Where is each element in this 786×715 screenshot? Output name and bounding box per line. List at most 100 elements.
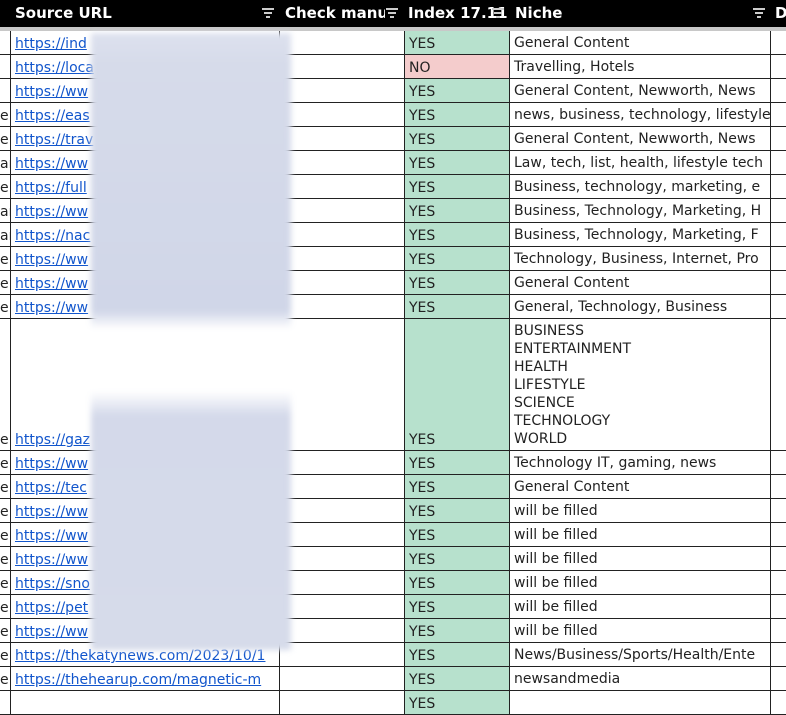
cell-prev[interactable]: e (0, 595, 11, 618)
cell-index-status[interactable]: NO (404, 55, 510, 78)
source-url-link[interactable]: https://pet (15, 600, 88, 616)
source-url-link[interactable]: https://eas (15, 108, 90, 124)
cell-index-status[interactable]: YES (404, 595, 510, 618)
cell-check-manual[interactable] (280, 643, 404, 666)
cell-check-manual[interactable] (280, 295, 404, 318)
cell-index-status[interactable]: YES (404, 319, 510, 450)
cell-prev[interactable]: e (0, 103, 11, 126)
cell-next[interactable] (771, 271, 786, 294)
filter-icon[interactable] (0, 0, 11, 27)
cell-niche[interactable]: General Content, Newworth, News (510, 127, 771, 150)
cell-next[interactable] (771, 523, 786, 546)
cell-check-manual[interactable] (280, 475, 404, 498)
cell-prev[interactable]: e (0, 295, 11, 318)
cell-niche[interactable]: Technology, Business, Internet, Pro (510, 247, 771, 270)
cell-index-status[interactable]: YES (404, 619, 510, 642)
cell-check-manual[interactable] (280, 499, 404, 522)
cell-index-status[interactable]: YES (404, 571, 510, 594)
cell-prev[interactable]: e (0, 571, 11, 594)
cell-index-status[interactable]: YES (404, 175, 510, 198)
cell-next[interactable] (771, 199, 786, 222)
cell-index-status[interactable]: YES (404, 643, 510, 666)
cell-prev[interactable]: e (0, 319, 11, 450)
cell-prev[interactable]: e (0, 499, 11, 522)
cell-prev[interactable]: e (0, 619, 11, 642)
cell-check-manual[interactable] (280, 247, 404, 270)
source-url-link[interactable]: https://ind (15, 36, 87, 52)
source-url-link[interactable]: https://ww (15, 552, 88, 568)
cell-index-status[interactable]: YES (404, 295, 510, 318)
cell-index-status[interactable]: YES (404, 199, 510, 222)
header-niche[interactable]: Niche (515, 0, 562, 27)
filter-icon[interactable] (492, 8, 504, 18)
source-url-link[interactable]: https://thekatynews.com/2023/10/1 (15, 648, 265, 664)
cell-check-manual[interactable] (280, 151, 404, 174)
cell-next[interactable] (771, 175, 786, 198)
cell-check-manual[interactable] (280, 31, 404, 54)
cell-next[interactable] (771, 667, 786, 690)
source-url-link[interactable]: https://tec (15, 480, 87, 496)
cell-source-url[interactable] (11, 691, 280, 714)
cell-check-manual[interactable] (280, 571, 404, 594)
cell-next[interactable] (771, 31, 786, 54)
source-url-link[interactable]: https://ww (15, 504, 88, 520)
cell-source-url[interactable]: https://thehearup.com/magnetic-m (11, 667, 280, 690)
cell-check-manual[interactable] (280, 619, 404, 642)
cell-niche[interactable]: General, Technology, Business (510, 295, 771, 318)
cell-index-status[interactable]: YES (404, 31, 510, 54)
cell-next[interactable] (771, 475, 786, 498)
cell-check-manual[interactable] (280, 667, 404, 690)
cell-check-manual[interactable] (280, 691, 404, 714)
source-url-link[interactable]: https://thehearup.com/magnetic-m (15, 672, 261, 688)
source-url-link[interactable]: https://ww (15, 84, 88, 100)
cell-niche[interactable]: will be filled (510, 547, 771, 570)
source-url-link[interactable]: https://loca (15, 60, 94, 76)
cell-prev[interactable] (0, 31, 11, 54)
cell-prev[interactable]: e (0, 475, 11, 498)
cell-check-manual[interactable] (280, 103, 404, 126)
cell-check-manual[interactable] (280, 547, 404, 570)
filter-icon[interactable] (753, 8, 765, 18)
cell-index-status[interactable]: YES (404, 271, 510, 294)
source-url-link[interactable]: https://ww (15, 528, 88, 544)
cell-next[interactable] (771, 55, 786, 78)
cell-next[interactable] (771, 151, 786, 174)
cell-check-manual[interactable] (280, 199, 404, 222)
cell-niche[interactable]: Law, tech, list, health, lifestyle tech (510, 151, 771, 174)
header-check-manual[interactable]: Check manu (285, 0, 385, 27)
cell-check-manual[interactable] (280, 319, 404, 450)
cell-index-status[interactable]: YES (404, 523, 510, 546)
cell-index-status[interactable]: YES (404, 667, 510, 690)
cell-niche[interactable] (510, 691, 771, 714)
cell-niche[interactable]: news, business, technology, lifestyle (510, 103, 771, 126)
cell-niche[interactable]: will be filled (510, 499, 771, 522)
cell-prev[interactable]: e (0, 547, 11, 570)
cell-prev[interactable] (0, 691, 11, 714)
source-url-link[interactable]: https://ww (15, 624, 88, 640)
cell-prev[interactable]: e (0, 271, 11, 294)
cell-next[interactable] (771, 595, 786, 618)
cell-niche[interactable]: will be filled (510, 619, 771, 642)
source-url-link[interactable]: https://full (15, 180, 87, 196)
source-url-link[interactable]: https://trav (15, 132, 93, 148)
cell-check-manual[interactable] (280, 595, 404, 618)
cell-niche[interactable]: Travelling, Hotels (510, 55, 771, 78)
cell-check-manual[interactable] (280, 271, 404, 294)
cell-check-manual[interactable] (280, 223, 404, 246)
cell-check-manual[interactable] (280, 175, 404, 198)
cell-prev[interactable]: e (0, 175, 11, 198)
cell-next[interactable] (771, 691, 786, 714)
source-url-link[interactable]: https://ww (15, 300, 88, 316)
source-url-link[interactable]: https://sno (15, 576, 90, 592)
cell-niche[interactable]: General Content (510, 475, 771, 498)
cell-niche[interactable]: Business, technology, marketing, e (510, 175, 771, 198)
header-source-url[interactable]: Source URL (15, 0, 112, 27)
cell-niche[interactable]: General Content (510, 31, 771, 54)
cell-index-status[interactable]: YES (404, 103, 510, 126)
cell-niche[interactable]: Business, Technology, Marketing, H (510, 199, 771, 222)
cell-prev[interactable]: e (0, 127, 11, 150)
cell-next[interactable] (771, 571, 786, 594)
source-url-link[interactable]: https://ww (15, 252, 88, 268)
cell-index-status[interactable]: YES (404, 451, 510, 474)
cell-next[interactable] (771, 247, 786, 270)
